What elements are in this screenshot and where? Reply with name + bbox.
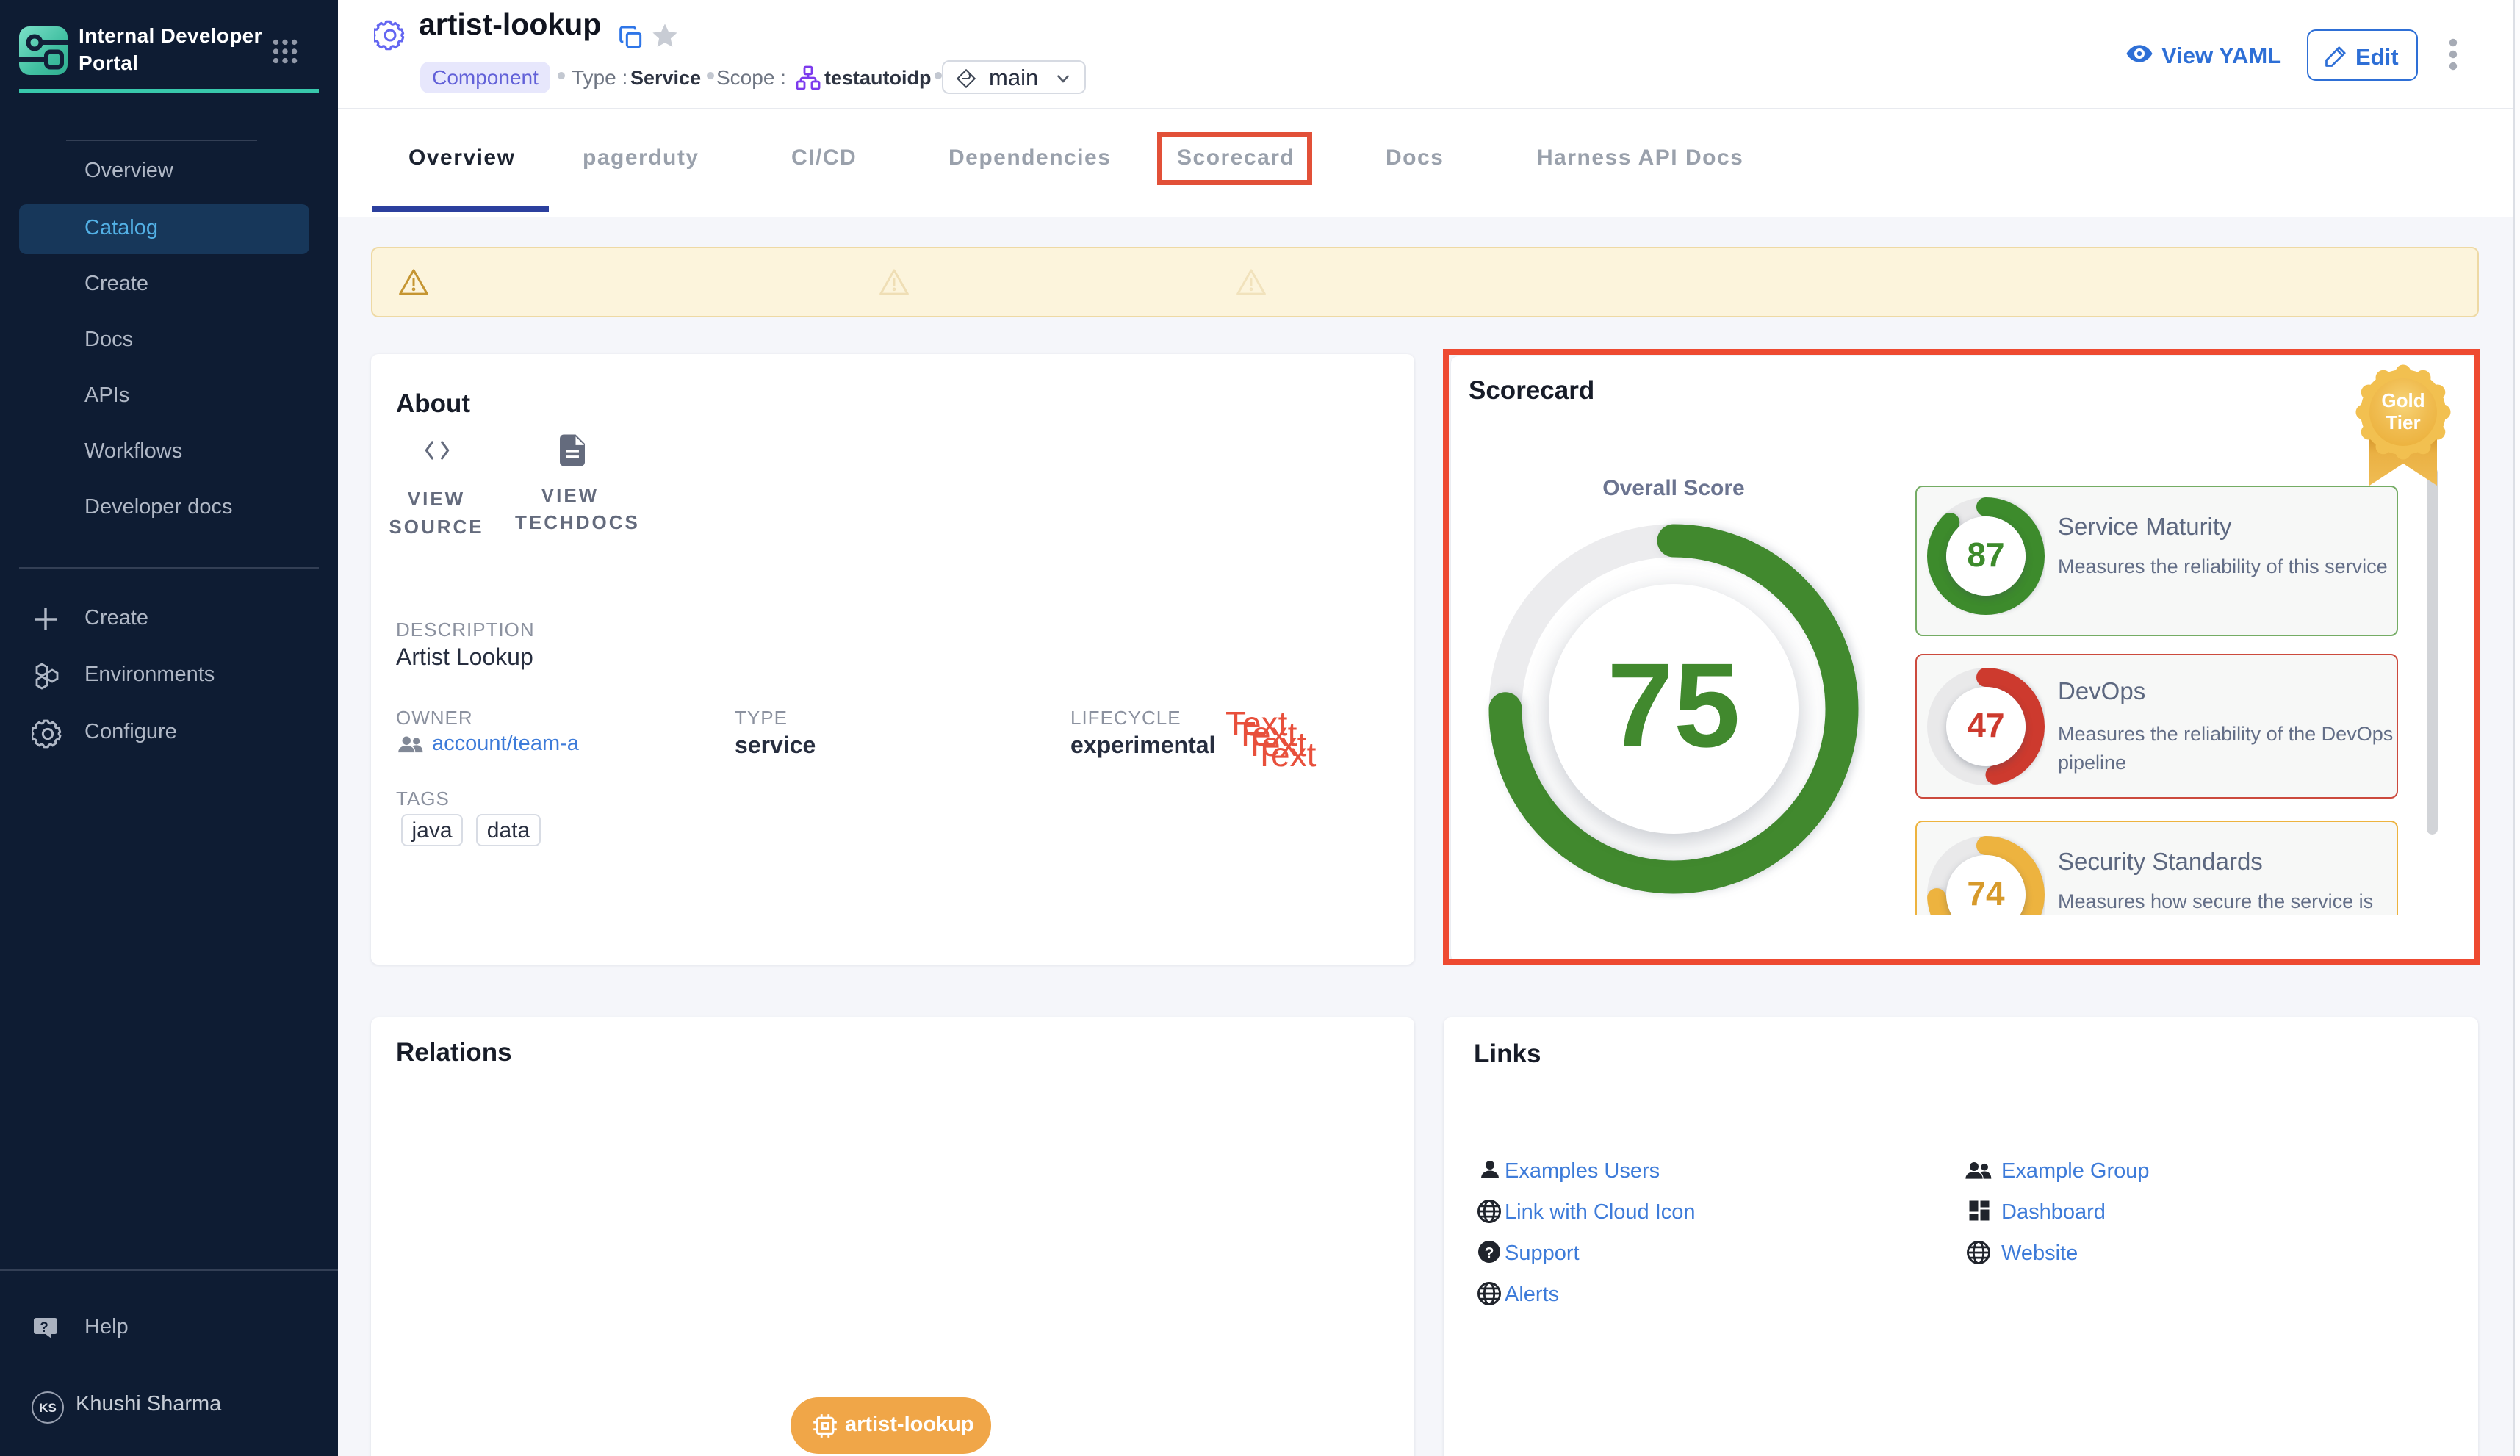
svg-text:?: ? [1485, 1244, 1494, 1261]
svg-text:?: ? [40, 1320, 48, 1336]
